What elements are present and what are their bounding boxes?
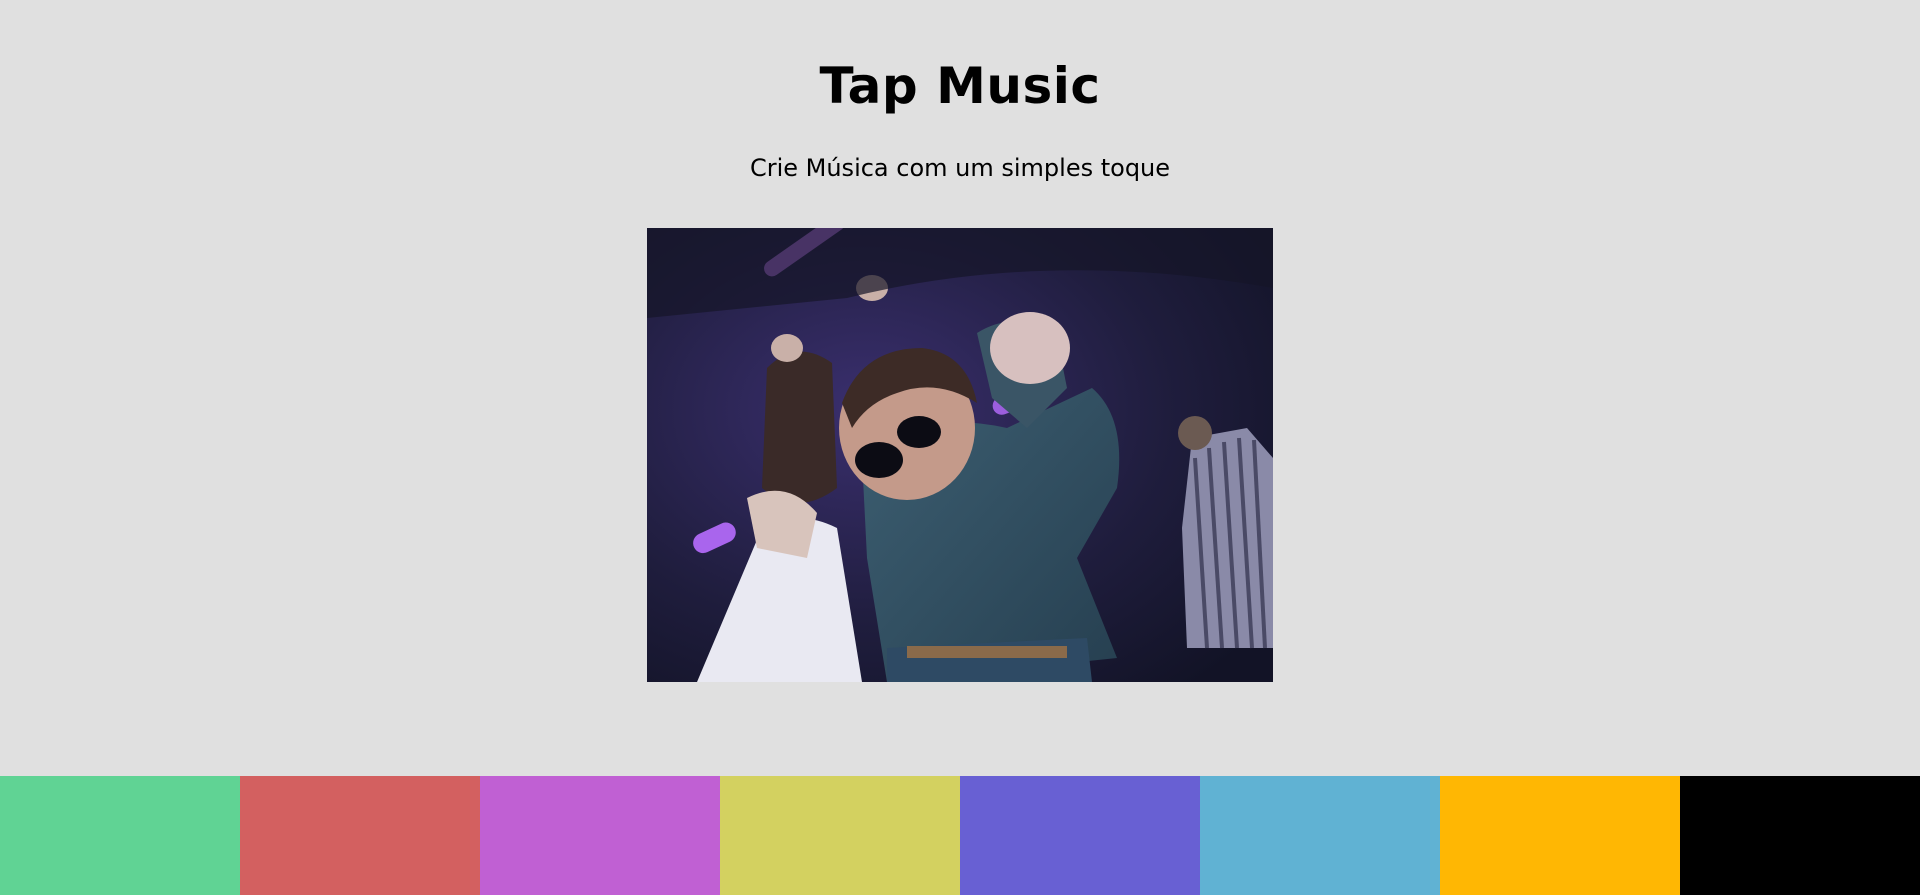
page-title: Tap Music <box>819 57 1101 115</box>
sound-pad-1[interactable] <box>0 776 240 895</box>
sound-pad-7[interactable] <box>1440 776 1680 895</box>
sound-pad-2[interactable] <box>240 776 480 895</box>
dancing-gif-image <box>647 228 1273 682</box>
sound-pad-8[interactable] <box>1680 776 1920 895</box>
sound-pad-6[interactable] <box>1200 776 1440 895</box>
sound-pads <box>0 776 1920 895</box>
sound-pad-4[interactable] <box>720 776 960 895</box>
sound-pad-5[interactable] <box>960 776 1200 895</box>
page-subtitle: Crie Música com um simples toque <box>749 154 1171 182</box>
sound-pad-3[interactable] <box>480 776 720 895</box>
